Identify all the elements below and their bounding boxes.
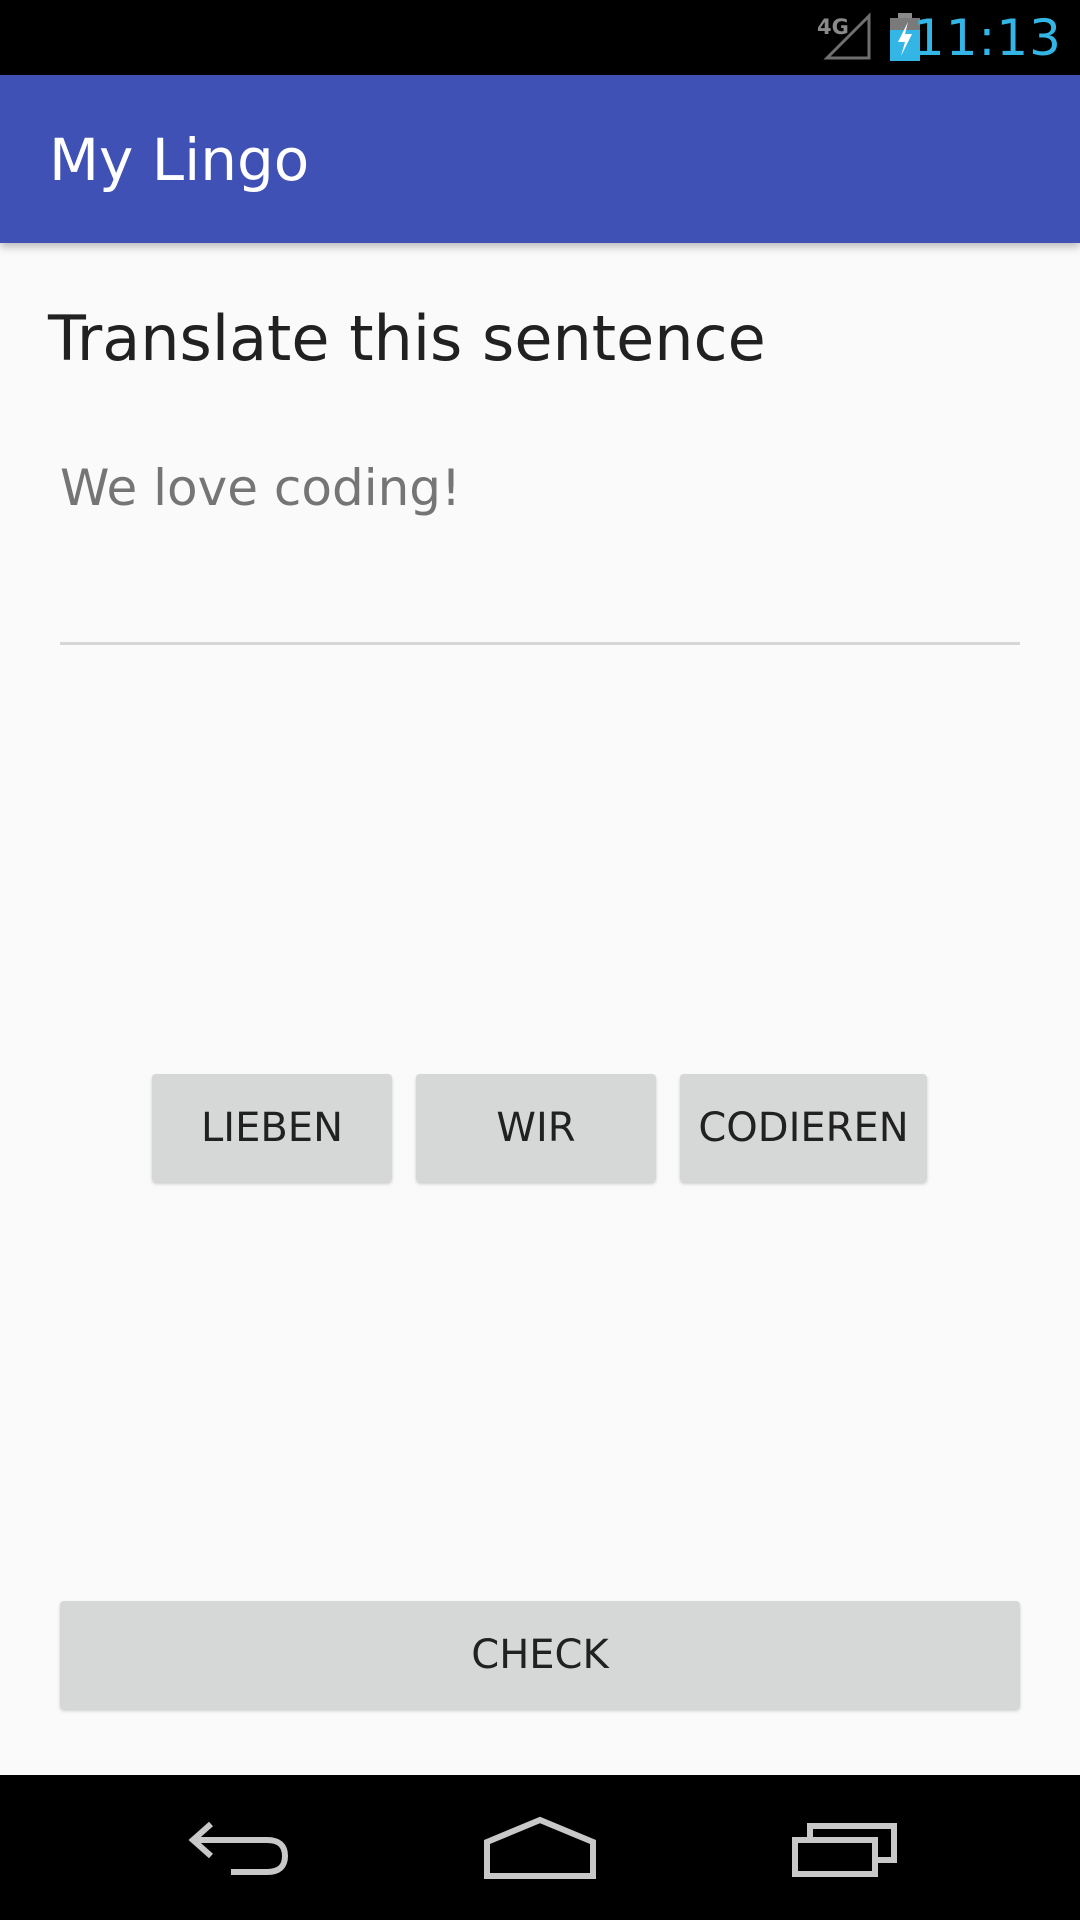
prompt-heading: Translate this sentence xyxy=(48,302,766,375)
screen: 4G 11:13 My Lingo Translate this sentenc… xyxy=(0,0,1080,1920)
source-sentence: We love coding! xyxy=(60,459,462,517)
recents-icon xyxy=(792,1822,897,1877)
word-button-lieben[interactable]: LIEBEN xyxy=(152,1074,392,1182)
back-icon xyxy=(188,1821,289,1875)
navigation-bar xyxy=(0,1775,1080,1920)
app-bar: My Lingo xyxy=(0,75,1080,243)
app-title: My Lingo xyxy=(49,126,310,194)
status-bar: 4G 11:13 xyxy=(0,0,1080,75)
word-button-wir[interactable]: WIR xyxy=(416,1074,656,1182)
signal-4g-icon: 4G xyxy=(817,12,871,60)
answer-input[interactable] xyxy=(60,533,1020,645)
home-button[interactable] xyxy=(470,1805,610,1890)
recents-button[interactable] xyxy=(775,1805,915,1890)
content-area: Translate this sentence We love coding! … xyxy=(0,243,1080,1775)
home-icon xyxy=(484,1816,596,1879)
back-button[interactable] xyxy=(170,1805,310,1890)
check-button[interactable]: CHECK xyxy=(60,1601,1020,1709)
word-button-codieren[interactable]: CODIEREN xyxy=(680,1074,927,1182)
status-time: 11:13 xyxy=(912,9,1062,67)
network-type-label: 4G xyxy=(817,15,849,39)
